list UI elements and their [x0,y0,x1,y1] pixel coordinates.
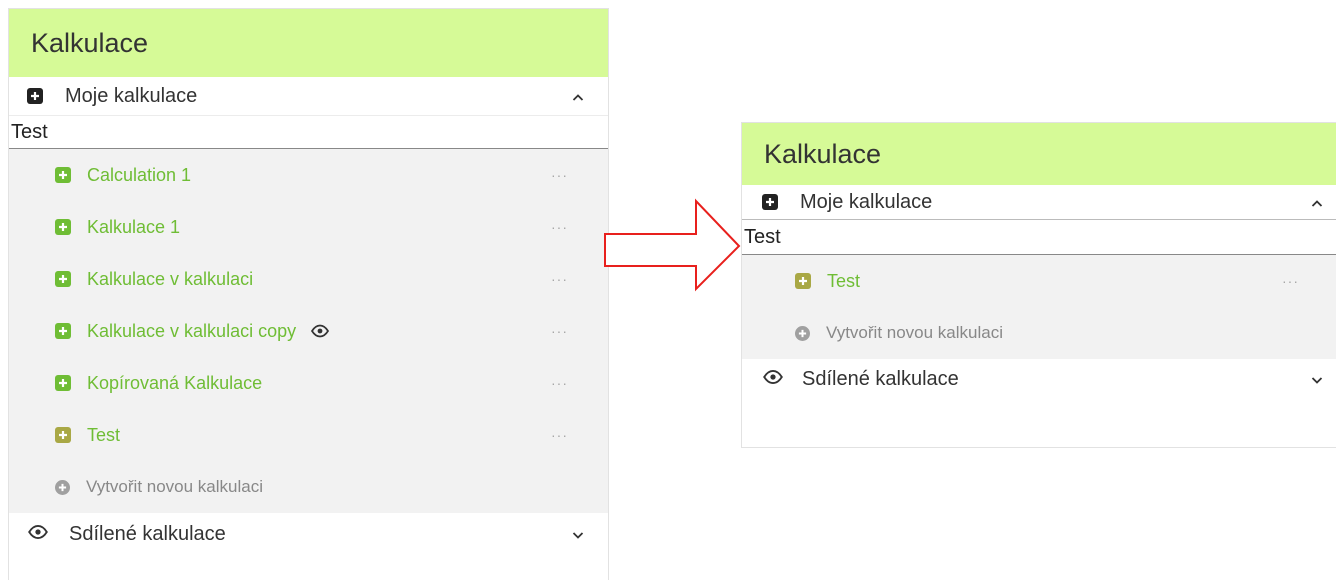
item-label: Test [827,270,861,291]
list-item[interactable]: Kopírovaná Kalkulace ··· [9,357,608,409]
plus-square-icon [27,88,43,104]
ellipsis-icon[interactable]: ··· [1282,273,1299,289]
item-label: Kalkulace v kalkulaci copy [87,320,297,341]
plus-square-icon [55,271,71,287]
search-field-wrap [9,115,608,149]
item-label: Kalkulace v kalkulaci [87,268,254,289]
eye-icon [762,368,784,391]
search-field-wrap [742,219,1336,255]
chevron-up-icon[interactable] [1311,191,1323,214]
list-item[interactable]: Kalkulace 1 ··· [9,201,608,253]
item-label: Kopírovaná Kalkulace [87,372,263,393]
list-item[interactable]: Kalkulace v kalkulaci ··· [9,253,608,305]
list-item[interactable]: Calculation 1 ··· [9,149,608,201]
calculation-list: Test ··· Vytvořit novou kalkulaci [742,255,1336,359]
create-label: Vytvořit novou kalkulaci [826,323,1004,342]
section-shared-calculations[interactable]: Sdílené kalkulace [742,359,1336,399]
ellipsis-icon[interactable]: ··· [551,427,568,443]
panel-title: Kalkulace [31,27,149,58]
plus-square-icon [762,194,778,210]
chevron-down-icon[interactable] [1311,368,1323,391]
item-label: Kalkulace 1 [87,216,181,237]
list-item[interactable]: Kalkulace v kalkulaci copy ··· [9,305,608,357]
plus-square-icon [55,167,71,183]
create-calculation-button[interactable]: Vytvořit novou kalkulaci [9,461,608,513]
calculations-panel-after: Kalkulace Moje kalkulace Test ··· Vytvoř… [741,122,1336,448]
plus-square-icon [55,375,71,391]
chevron-down-icon[interactable] [572,523,584,546]
list-item[interactable]: Test ··· [742,255,1336,307]
ellipsis-icon[interactable]: ··· [551,375,568,391]
item-label: Test [87,424,121,445]
calculation-list: Calculation 1 ··· Kalkulace 1 ··· Kalkul… [9,149,608,513]
panel-title: Kalkulace [764,138,882,169]
create-calculation-button[interactable]: Vytvořit novou kalkulaci [742,307,1336,359]
section-my-calculations[interactable]: Moje kalkulace [9,77,608,115]
eye-icon [310,324,330,338]
plus-square-icon [55,219,71,235]
calculations-panel-before: Kalkulace Moje kalkulace Calculation 1 ·… [8,8,609,580]
plus-square-icon [55,427,71,443]
chevron-up-icon[interactable] [572,85,584,108]
plus-square-icon [795,273,811,289]
ellipsis-icon[interactable]: ··· [551,323,568,339]
search-input[interactable] [9,116,608,148]
section-my-calculations[interactable]: Moje kalkulace [742,185,1336,219]
item-label: Calculation 1 [87,164,192,185]
panel-header: Kalkulace [742,123,1336,185]
section-label: Moje kalkulace [65,84,198,107]
list-item[interactable]: Test ··· [9,409,608,461]
plus-circle-icon [55,479,70,495]
eye-icon [27,523,49,546]
section-shared-calculations[interactable]: Sdílené kalkulace [9,513,608,555]
section-label: Moje kalkulace [800,190,933,213]
ellipsis-icon[interactable]: ··· [551,167,568,183]
search-input[interactable] [742,220,1336,254]
section-label: Sdílené kalkulace [802,367,959,390]
plus-square-icon [55,323,71,339]
arrow-right-icon [604,198,741,292]
ellipsis-icon[interactable]: ··· [551,271,568,287]
create-label: Vytvořit novou kalkulaci [86,477,264,496]
ellipsis-icon[interactable]: ··· [551,219,568,235]
panel-header: Kalkulace [9,9,608,77]
plus-circle-icon [795,325,810,341]
section-label: Sdílené kalkulace [69,522,226,545]
